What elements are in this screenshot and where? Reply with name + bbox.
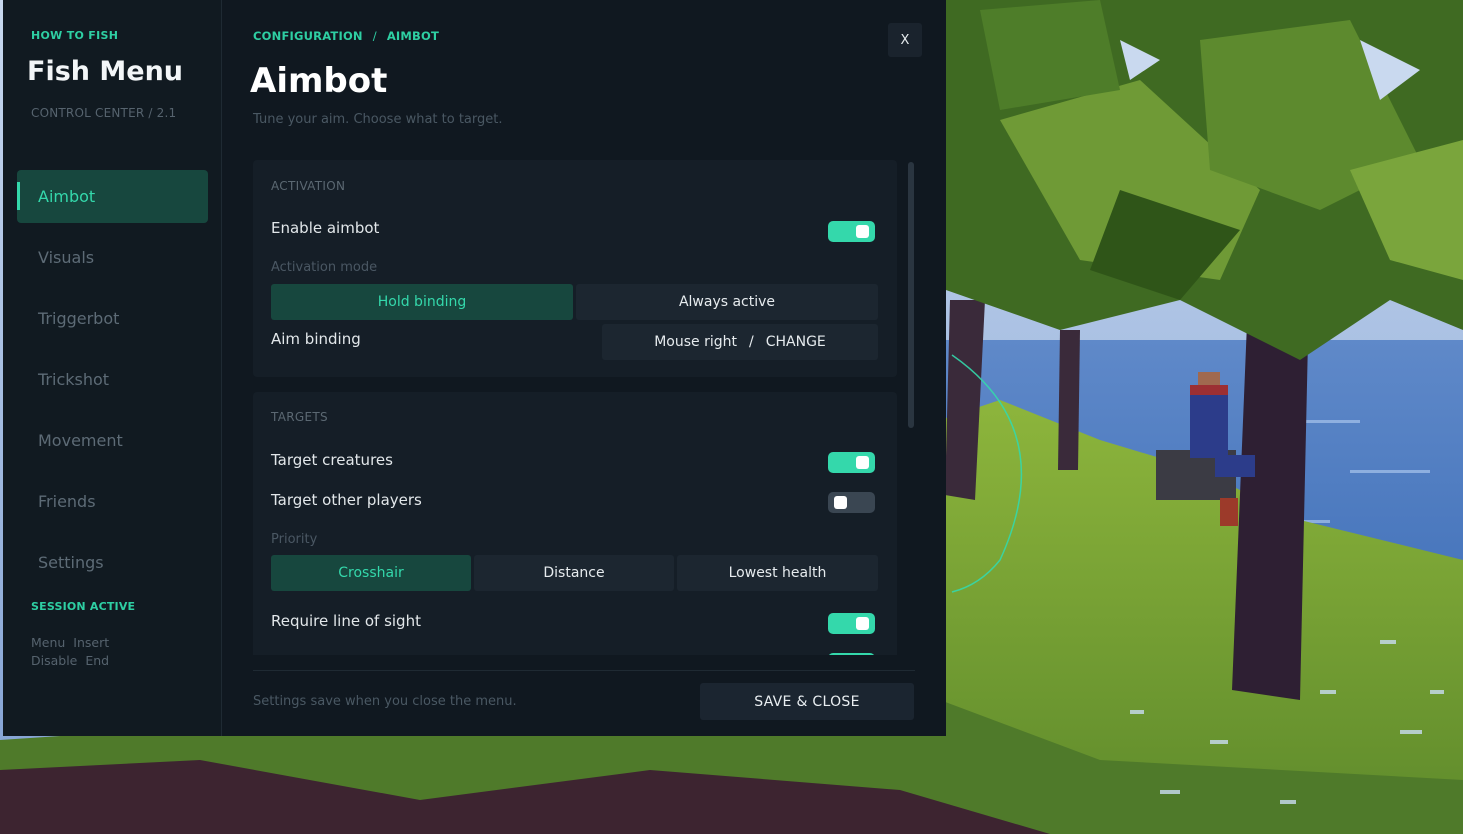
sidebar-item-visuals[interactable]: Visuals: [17, 231, 208, 284]
line-of-sight-label: Require line of sight: [271, 612, 421, 630]
activation-mode-label: Activation mode: [271, 260, 378, 275]
brand-title: Fish Menu: [27, 56, 184, 87]
priority-distance[interactable]: Distance: [474, 555, 674, 591]
line-of-sight-toggle[interactable]: [828, 613, 875, 634]
sidebar-nav: Aimbot Visuals Triggerbot Trickshot Move…: [17, 170, 208, 597]
toggle-knob: [834, 496, 847, 509]
sidebar-item-aimbot[interactable]: Aimbot: [17, 170, 208, 223]
toggle-knob: [856, 456, 869, 469]
target-creatures-toggle[interactable]: [828, 452, 875, 473]
close-button[interactable]: X: [888, 23, 922, 57]
section-label: ACTIVATION: [271, 179, 346, 193]
footer-divider: [253, 670, 915, 671]
page-subtitle: Tune your aim. Choose what to target.: [253, 112, 503, 127]
footer-note: Settings save when you close the menu.: [253, 694, 517, 709]
binding-value: Mouse right: [654, 334, 737, 350]
sidebar-item-label: Friends: [38, 492, 96, 511]
mode-hold-binding[interactable]: Hold binding: [271, 284, 573, 320]
main-panel: CONFIGURATION / AIMBOT X Aimbot Tune your …: [222, 0, 946, 736]
keybind-disable: Disable End: [31, 653, 110, 668]
brand-kicker: HOW TO FISH: [31, 29, 119, 42]
keybind-hints: Menu Insert Disable End: [31, 634, 109, 670]
page-title: Aimbot: [250, 61, 388, 101]
section-label: TARGETS: [271, 410, 328, 424]
sidebar-item-trickshot[interactable]: Trickshot: [17, 353, 208, 406]
sidebar-item-label: Movement: [38, 431, 123, 450]
breadcrumb-aimbot: AIMBOT: [386, 29, 440, 43]
breadcrumb: CONFIGURATION / AIMBOT: [253, 29, 440, 43]
target-players-label: Target other players: [271, 491, 422, 509]
aim-binding-label: Aim binding: [271, 330, 361, 348]
brand-subtitle: CONTROL CENTER / 2.1: [31, 106, 177, 120]
sidebar-item-label: Triggerbot: [38, 309, 120, 328]
scrollbar[interactable]: [908, 160, 914, 655]
target-creatures-label: Target creatures: [271, 451, 393, 469]
sidebar-item-triggerbot[interactable]: Triggerbot: [17, 292, 208, 345]
sidebar-item-movement[interactable]: Movement: [17, 414, 208, 467]
target-players-toggle[interactable]: [828, 492, 875, 513]
binding-action: CHANGE: [765, 334, 826, 350]
activation-card: ACTIVATION Enable aimbot Activation mode…: [253, 160, 897, 377]
sidebar-item-settings[interactable]: Settings: [17, 536, 208, 589]
priority-crosshair[interactable]: Crosshair: [271, 555, 471, 591]
enable-aimbot-label: Enable aimbot: [271, 219, 380, 237]
toggle-knob: [856, 617, 869, 630]
scrollbar-thumb[interactable]: [908, 162, 914, 428]
keybind-menu: Menu Insert: [31, 635, 110, 650]
next-setting-toggle[interactable]: [828, 653, 875, 655]
aim-binding-change-button[interactable]: Mouse right / CHANGE: [602, 324, 878, 360]
sidebar-item-label: Settings: [38, 553, 104, 572]
settings-scroll-area[interactable]: ACTIVATION Enable aimbot Activation mode…: [253, 160, 899, 655]
save-and-close-button[interactable]: SAVE & CLOSE: [700, 683, 914, 720]
enable-aimbot-toggle[interactable]: [828, 221, 875, 242]
toggle-knob: [856, 225, 869, 238]
sidebar-item-friends[interactable]: Friends: [17, 475, 208, 528]
priority-lowest-health[interactable]: Lowest health: [677, 555, 878, 591]
priority-label: Priority: [271, 532, 318, 547]
sidebar: HOW TO FISH Fish Menu CONTROL CENTER / 2…: [3, 0, 222, 736]
sidebar-item-label: Visuals: [38, 248, 95, 267]
mode-always-active[interactable]: Always active: [576, 284, 878, 320]
fish-menu-window: HOW TO FISH Fish Menu CONTROL CENTER / 2…: [3, 0, 946, 736]
breadcrumb-configuration[interactable]: CONFIGURATION: [253, 29, 363, 43]
targets-card: TARGETS Target creatures Target other pl…: [253, 392, 897, 655]
sidebar-item-label: Aimbot: [38, 187, 96, 206]
session-status: SESSION ACTIVE: [31, 600, 136, 613]
sidebar-item-label: Trickshot: [38, 370, 110, 389]
